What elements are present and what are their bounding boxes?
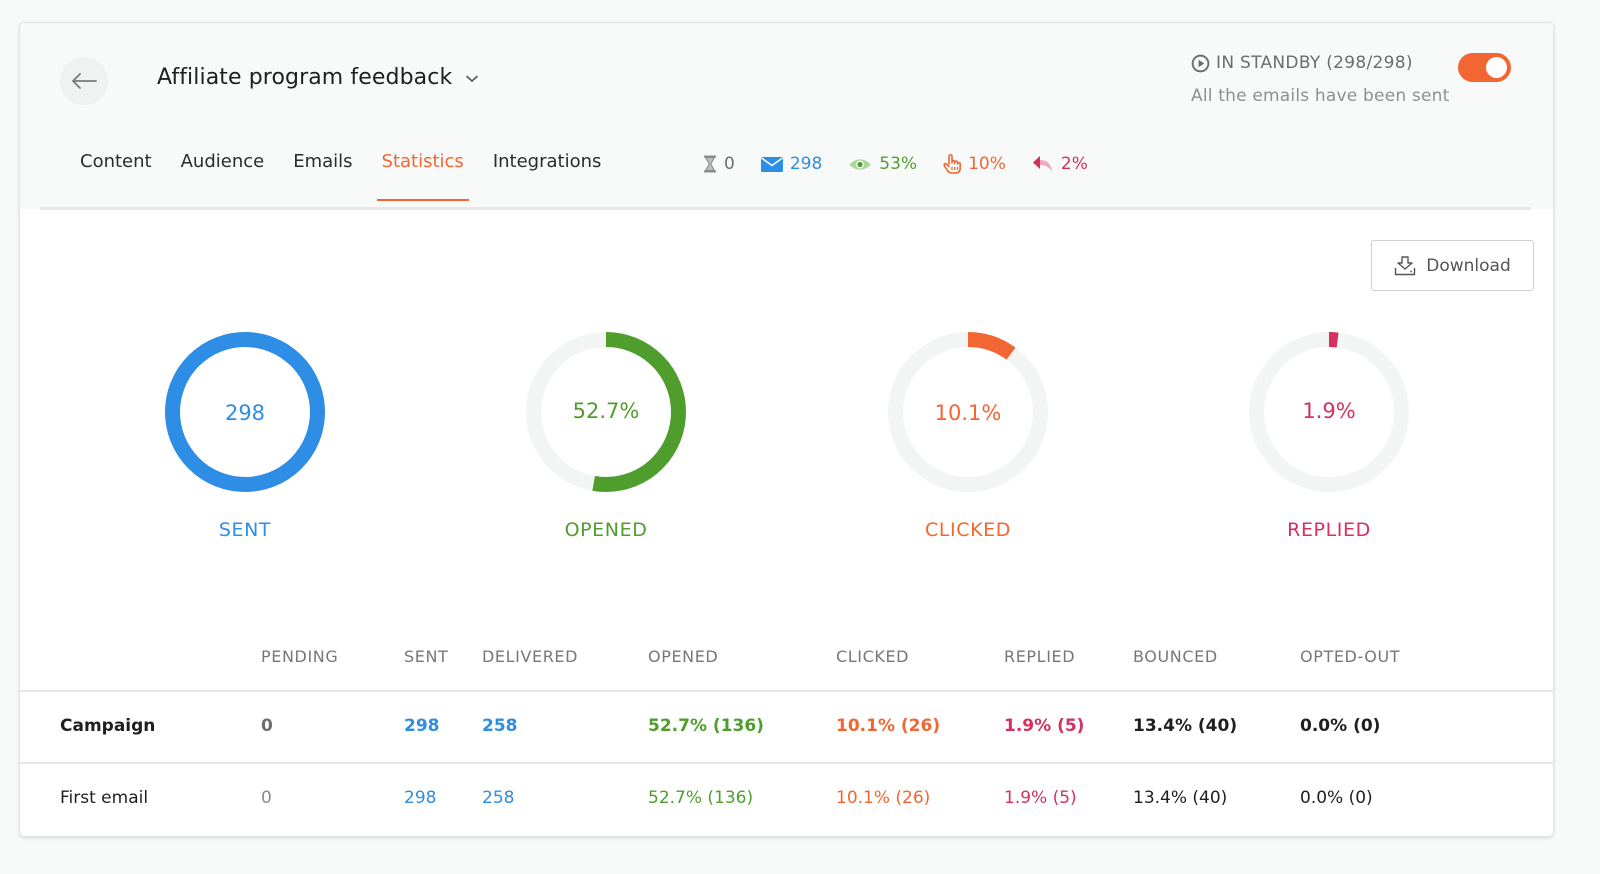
donut-sent-chart: 298 bbox=[165, 332, 325, 492]
cell-opted-out: 0.0% (0) bbox=[1300, 716, 1381, 736]
tab-integrations[interactable]: Integrations bbox=[493, 151, 602, 200]
kpi-opened-value: 53% bbox=[879, 154, 918, 174]
cell-replied: 1.9% (5) bbox=[1004, 716, 1085, 736]
col-header-opted-out: OPTED-OUT bbox=[1300, 647, 1401, 666]
kpi-replied: 2% bbox=[1032, 154, 1088, 174]
campaign-header: Affiliate program feedback IN STANDBY (2… bbox=[20, 23, 1553, 209]
kpi-sent-value: 298 bbox=[789, 154, 823, 174]
donut-clicked: 10.1% CLICKED bbox=[848, 330, 1088, 541]
table-header-row: PENDING SENT DELIVERED OPENED CLICKED RE… bbox=[20, 637, 1553, 692]
row-label: First email bbox=[60, 788, 149, 808]
campaign-toggle[interactable] bbox=[1458, 53, 1511, 82]
campaign-tabs: Content Audience Emails Statistics Integ… bbox=[80, 151, 630, 201]
col-header-replied: REPLIED bbox=[1004, 647, 1076, 666]
envelope-icon bbox=[760, 156, 783, 172]
donut-sent-label: SENT bbox=[218, 519, 272, 541]
donut-replied: 1.9% REPLIED bbox=[1209, 330, 1449, 541]
donut-replied-label: REPLIED bbox=[1287, 519, 1371, 541]
toggle-knob bbox=[1486, 57, 1507, 78]
kpi-replied-value: 2% bbox=[1060, 154, 1088, 174]
table-row[interactable]: Campaign 0 298 258 52.7% (136) 10.1% (26… bbox=[20, 692, 1553, 764]
chevron-down-icon bbox=[466, 75, 479, 82]
cell-opened: 52.7% (136) bbox=[648, 716, 764, 736]
campaign-status: IN STANDBY (298/298) All the emails have… bbox=[1191, 53, 1511, 106]
kpi-pending: 0 bbox=[703, 154, 735, 174]
play-circle-icon bbox=[1191, 54, 1210, 72]
campaign-title-dropdown[interactable]: Affiliate program feedback bbox=[157, 65, 479, 90]
donut-opened: 52.7% OPENED bbox=[486, 330, 726, 541]
status-label: IN STANDBY (298/298) bbox=[1216, 53, 1413, 73]
tab-content[interactable]: Content bbox=[80, 151, 152, 200]
cell-bounced: 13.4% (40) bbox=[1133, 716, 1238, 736]
tab-emails[interactable]: Emails bbox=[293, 151, 352, 200]
donut-sent: 298 SENT bbox=[125, 330, 365, 541]
cell-bounced: 13.4% (40) bbox=[1133, 788, 1228, 808]
cell-replied: 1.9% (5) bbox=[1004, 788, 1077, 808]
donut-sent-value: 298 bbox=[225, 401, 265, 425]
cell-opened: 52.7% (136) bbox=[648, 788, 754, 808]
donut-clicked-value: 10.1% bbox=[935, 401, 1002, 425]
col-header-sent: SENT bbox=[404, 647, 449, 666]
cell-clicked: 10.1% (26) bbox=[836, 716, 941, 736]
col-header-opened: OPENED bbox=[648, 647, 719, 666]
table-row[interactable]: First email 0 298 258 52.7% (136) 10.1% … bbox=[20, 764, 1553, 836]
col-header-delivered: DELIVERED bbox=[482, 647, 579, 666]
kpi-sent: 298 bbox=[760, 154, 823, 174]
arrow-left-icon bbox=[72, 73, 97, 89]
col-header-clicked: CLICKED bbox=[836, 647, 910, 666]
eye-icon bbox=[849, 158, 872, 170]
kpi-clicked-value: 10% bbox=[968, 154, 1006, 174]
cell-sent[interactable]: 298 bbox=[404, 788, 436, 808]
back-button[interactable] bbox=[60, 57, 108, 105]
cell-opted-out: 0.0% (0) bbox=[1300, 788, 1373, 808]
campaign-title: Affiliate program feedback bbox=[157, 65, 453, 90]
donut-opened-value: 52.7% bbox=[573, 399, 640, 423]
cell-pending: 0 bbox=[261, 716, 273, 736]
donut-replied-chart: 1.9% bbox=[1249, 332, 1409, 492]
col-header-bounced: BOUNCED bbox=[1133, 647, 1218, 666]
kpi-summary: 0 298 53% 10% 2% bbox=[703, 154, 1114, 174]
pointer-hand-icon bbox=[943, 154, 962, 174]
cell-delivered[interactable]: 258 bbox=[482, 788, 514, 808]
cell-sent[interactable]: 298 bbox=[404, 716, 440, 736]
row-label: Campaign bbox=[60, 716, 156, 736]
tab-statistics[interactable]: Statistics bbox=[376, 151, 470, 201]
col-header-pending: PENDING bbox=[261, 647, 339, 666]
download-tray-icon bbox=[1395, 255, 1416, 275]
hourglass-icon bbox=[704, 155, 716, 173]
reply-icon bbox=[1032, 156, 1052, 172]
kpi-clicked: 10% bbox=[943, 154, 1006, 174]
cell-clicked: 10.1% (26) bbox=[836, 788, 931, 808]
kpi-opened: 53% bbox=[848, 154, 917, 174]
download-label: Download bbox=[1426, 255, 1511, 276]
donut-replied-value: 1.9% bbox=[1302, 399, 1355, 423]
cell-pending: 0 bbox=[261, 788, 272, 808]
header-divider bbox=[40, 207, 1531, 210]
donut-clicked-label: CLICKED bbox=[924, 519, 1012, 541]
download-button[interactable]: Download bbox=[1371, 240, 1534, 291]
donut-opened-label: OPENED bbox=[564, 519, 648, 541]
donut-opened-chart: 52.7% bbox=[526, 332, 686, 492]
kpi-pending-value: 0 bbox=[724, 154, 735, 174]
stats-table: PENDING SENT DELIVERED OPENED CLICKED RE… bbox=[20, 637, 1553, 836]
tab-audience[interactable]: Audience bbox=[181, 151, 265, 200]
status-subtext: All the emails have been sent bbox=[1191, 86, 1450, 106]
donut-clicked-chart: 10.1% bbox=[888, 332, 1048, 492]
cell-delivered[interactable]: 258 bbox=[482, 716, 518, 736]
campaign-card: Affiliate program feedback IN STANDBY (2… bbox=[19, 22, 1554, 837]
